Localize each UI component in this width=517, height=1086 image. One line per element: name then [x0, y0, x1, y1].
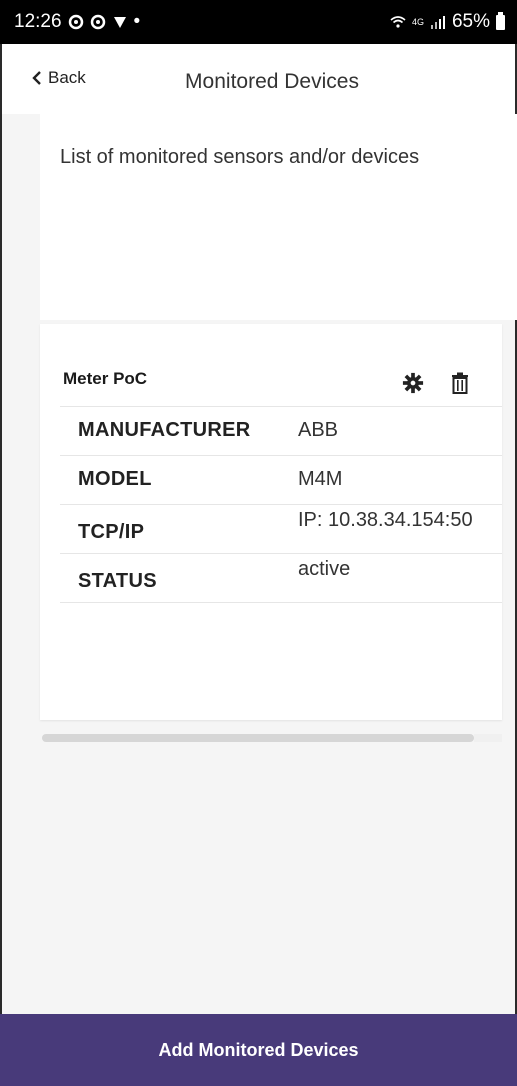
- status-left: 12:26 •: [14, 11, 140, 33]
- property-value: ABB: [298, 419, 339, 441]
- property-value: IP: 10.38.34.154:50: [298, 509, 473, 531]
- info-card: List of monitored sensors and/or devices: [40, 114, 517, 320]
- network-type: 4G: [411, 16, 424, 27]
- page-title: Monitored Devices: [185, 70, 359, 93]
- trash-icon[interactable]: [450, 372, 470, 394]
- content-area: List of monitored sensors and/or devices…: [2, 114, 517, 1014]
- device-properties: MANUFACTURER ABB MODEL M4M TCP/IP IP: 10…: [60, 406, 502, 603]
- battery-percent: 65%: [451, 11, 490, 32]
- gear-icon[interactable]: [402, 372, 424, 394]
- property-row-manufacturer: MANUFACTURER ABB: [60, 406, 502, 455]
- wifi-icon: [390, 16, 406, 28]
- property-value: active: [298, 558, 351, 580]
- device-name: Meter PoC: [63, 369, 148, 388]
- status-right: 4G 65%: [390, 11, 505, 33]
- app-notification-icon: [68, 14, 83, 30]
- scrollbar-track: [474, 734, 502, 742]
- status-time: 12:26: [14, 11, 62, 32]
- app-bar: Back Monitored Devices: [2, 44, 515, 114]
- property-row-model: MODEL M4M: [60, 455, 502, 504]
- status-bar: 12:26 • 4G 65%: [0, 0, 517, 44]
- property-label: TCP/IP: [78, 521, 145, 543]
- horizontal-scrollbar[interactable]: [42, 734, 474, 742]
- property-row-tcpip: TCP/IP IP: 10.38.34.154:50: [60, 504, 502, 553]
- description-text: List of monitored sensors and/or devices: [60, 146, 420, 168]
- property-label: STATUS: [78, 570, 157, 592]
- add-monitored-devices-button[interactable]: Add Monitored Devices: [0, 1014, 517, 1086]
- status-dot: •: [133, 11, 141, 32]
- signal-icon: [430, 16, 445, 29]
- pinwheel-icon: [113, 17, 126, 28]
- property-row-status: STATUS active: [60, 553, 502, 603]
- app-notification-icon: [90, 14, 105, 30]
- property-value: M4M: [298, 468, 343, 490]
- property-label: MODEL: [78, 468, 152, 490]
- property-label: MANUFACTURER: [78, 419, 251, 441]
- battery-icon: [496, 11, 505, 30]
- device-card: Meter PoC MANUFACTURER ABB MODEL M4M TCP…: [40, 324, 502, 720]
